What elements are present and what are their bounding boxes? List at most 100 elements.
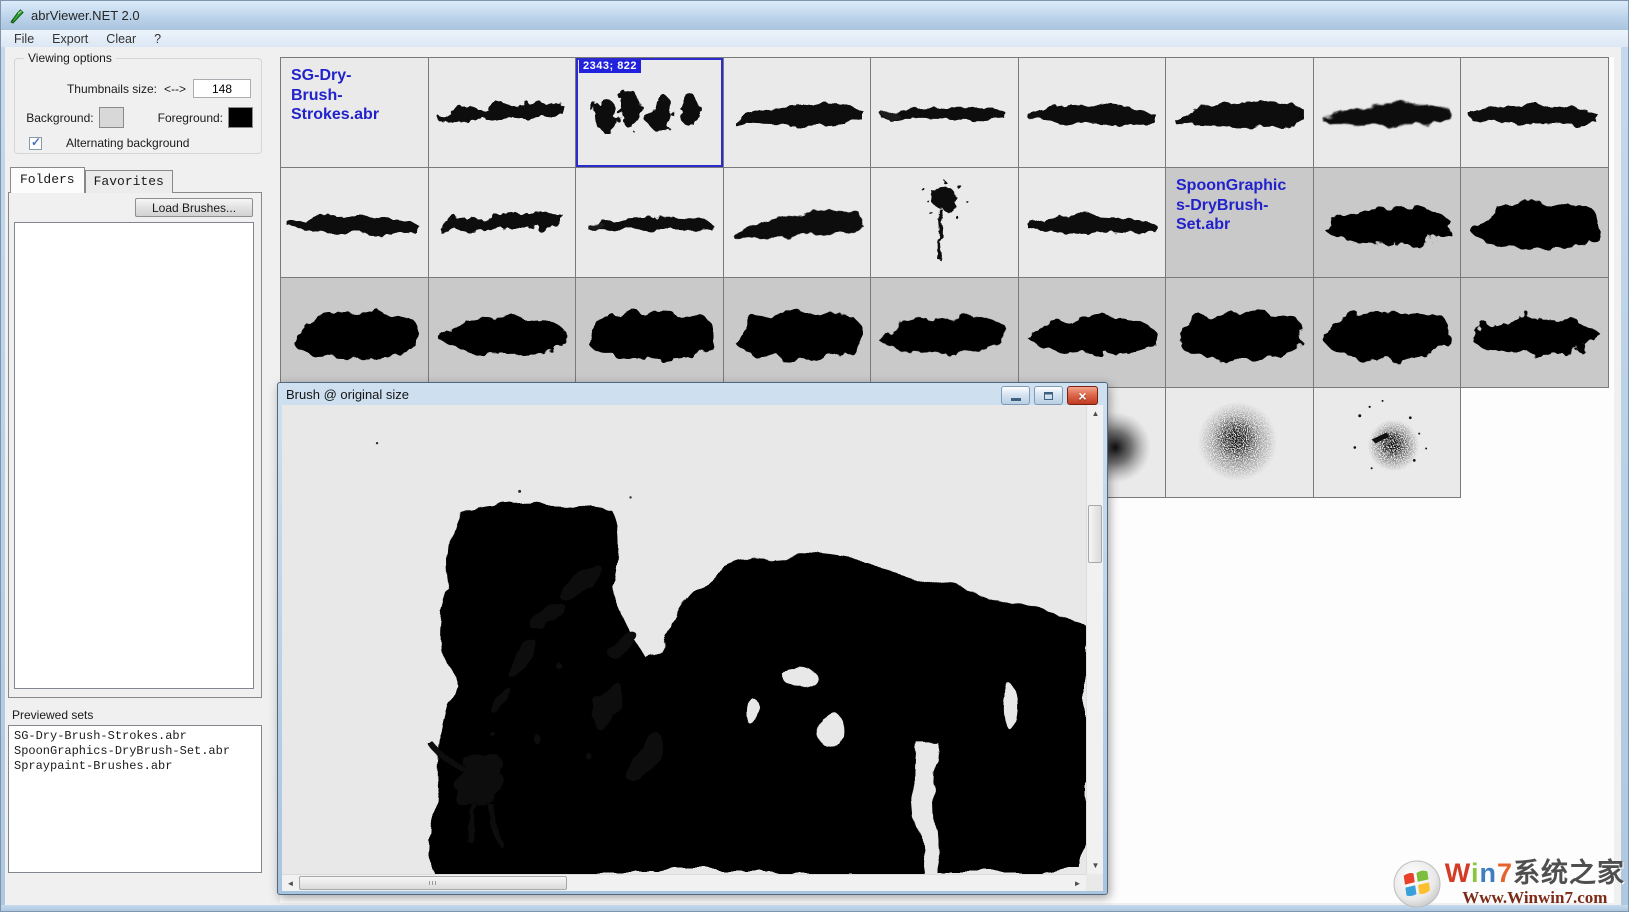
brush-thumbnail[interactable] [1166, 388, 1314, 498]
app-icon [9, 8, 25, 24]
brush-thumbnail[interactable] [1314, 58, 1462, 168]
scroll-down-arrow[interactable]: ▼ [1087, 857, 1103, 874]
tab-folders[interactable]: Folders [10, 167, 85, 193]
brush-thumbnail[interactable] [1019, 58, 1167, 168]
horizontal-scrollbar[interactable]: ◄ ► [282, 874, 1086, 891]
previewed-set-item[interactable]: Spraypaint-Brushes.abr [14, 759, 256, 774]
thumbnails-size-label: Thumbnails size: [67, 82, 157, 96]
brush-thumbnail[interactable] [1461, 168, 1609, 278]
brush-art [429, 58, 575, 166]
brush-thumbnail[interactable] [1314, 168, 1462, 278]
brush-size-tag: 2343; 822 [579, 60, 641, 73]
windows-orb-icon [1393, 860, 1441, 908]
brush-thumbnail[interactable] [1166, 58, 1314, 168]
window-border-bottom [1, 905, 1628, 911]
sidebar-tabs: FoldersFavorites [10, 167, 272, 193]
watermark: Win7系统之家 Www.Winwin7.com [1393, 860, 1625, 908]
brush-art [429, 278, 575, 386]
foreground-color-swatch[interactable] [228, 107, 253, 128]
menu-item-export[interactable]: Export [43, 31, 97, 47]
maximize-icon [1044, 392, 1053, 400]
brush-art [1461, 168, 1607, 276]
brush-art [1461, 58, 1607, 166]
brush-thumbnail[interactable] [1461, 58, 1609, 168]
brush-thumbnail[interactable] [1461, 278, 1609, 388]
previewed-set-item[interactable]: SpoonGraphics-DryBrush-Set.abr [14, 744, 256, 759]
brush-art [429, 168, 575, 276]
viewing-options-title: Viewing options [24, 51, 116, 65]
brush-art [576, 58, 722, 166]
previewed-sets-label: Previewed sets [12, 708, 272, 722]
brush-art [281, 168, 427, 276]
foreground-label: Foreground: [158, 111, 223, 125]
brush-thumbnail[interactable] [1019, 168, 1167, 278]
vertical-scroll-thumb[interactable] [1088, 505, 1102, 563]
thumbnails-size-input[interactable] [193, 79, 251, 98]
brush-art [1314, 278, 1460, 386]
brush-thumbnail[interactable] [724, 278, 872, 388]
alternating-background-label: Alternating background [66, 136, 189, 150]
close-icon: × [1078, 389, 1086, 403]
brush-art [576, 168, 722, 276]
brush-thumbnail[interactable] [1314, 278, 1462, 388]
brush-thumbnail[interactable] [724, 58, 872, 168]
tab-favorites[interactable]: Favorites [85, 170, 173, 193]
set-label-cell[interactable]: SG-Dry-Brush-Strokes.abr [281, 58, 429, 168]
previewed-set-item[interactable]: SG-Dry-Brush-Strokes.abr [14, 729, 256, 744]
brush-art [1166, 278, 1312, 386]
menu-item-help[interactable]: ? [145, 31, 170, 47]
vertical-scrollbar[interactable]: ▲ ▼ [1086, 405, 1103, 874]
brush-thumbnail[interactable] [724, 168, 872, 278]
brush-art [1461, 278, 1607, 386]
watermark-title: Win7系统之家 [1445, 860, 1625, 887]
scroll-right-arrow[interactable]: ► [1069, 875, 1086, 891]
brush-thumbnail[interactable] [429, 278, 577, 388]
brush-thumbnail[interactable] [281, 278, 429, 388]
load-brushes-button[interactable]: Load Brushes... [135, 198, 253, 217]
popup-close-button[interactable]: × [1067, 386, 1098, 405]
scroll-left-arrow[interactable]: ◄ [282, 875, 299, 891]
brush-thumbnail[interactable] [576, 278, 724, 388]
brush-thumbnail[interactable] [429, 58, 577, 168]
brush-art [1019, 58, 1165, 166]
brush-art [724, 168, 870, 276]
popup-window-controls: × [1001, 386, 1098, 405]
brush-thumbnail[interactable] [871, 58, 1019, 168]
titlebar[interactable]: abrViewer.NET 2.0 [1, 1, 1628, 30]
menu-item-file[interactable]: File [5, 31, 43, 47]
brush-art [1314, 168, 1460, 276]
alternating-background-checkbox[interactable] [29, 137, 42, 150]
scroll-up-arrow[interactable]: ▲ [1087, 405, 1103, 422]
selected-brush-thumbnail[interactable]: 2343; 822 [576, 58, 724, 168]
popup-titlebar[interactable]: Brush @ original size [282, 383, 1103, 405]
brush-thumbnail[interactable] [871, 168, 1019, 278]
horizontal-scroll-thumb[interactable] [299, 876, 567, 890]
folders-tree[interactable] [14, 222, 254, 689]
brush-thumbnail[interactable] [576, 168, 724, 278]
brush-art [576, 278, 722, 386]
background-label: Background: [26, 111, 93, 125]
minimize-icon [1011, 398, 1021, 401]
menubar: FileExportClear? [1, 30, 1628, 47]
previewed-sets-list[interactable]: SG-Dry-Brush-Strokes.abrSpoonGraphics-Dr… [8, 725, 262, 873]
brush-art [724, 58, 870, 166]
brush-thumbnail[interactable] [281, 168, 429, 278]
folders-tab-panel: Load Brushes... [8, 192, 262, 698]
brush-art [1019, 168, 1165, 276]
brush-thumbnail[interactable] [429, 168, 577, 278]
brush-art [871, 278, 1017, 386]
brush-thumbnail[interactable] [1019, 278, 1167, 388]
set-label-cell[interactable]: SpoonGraphics-DryBrush-Set.abr [1166, 168, 1314, 278]
brush-thumbnail[interactable] [1166, 278, 1314, 388]
background-color-swatch[interactable] [99, 107, 124, 128]
brush-preview-window[interactable]: Brush @ original size × [277, 382, 1108, 895]
popup-maximize-button[interactable] [1034, 386, 1063, 405]
brush-art [281, 278, 427, 386]
menu-item-clear[interactable]: Clear [97, 31, 145, 47]
watermark-url: Www.Winwin7.com [1445, 888, 1625, 908]
brush-preview-image [282, 405, 1086, 874]
brush-thumbnail[interactable] [1314, 388, 1462, 498]
brush-thumbnail[interactable] [871, 278, 1019, 388]
popup-minimize-button[interactable] [1001, 386, 1030, 405]
window-title: abrViewer.NET 2.0 [31, 8, 140, 23]
